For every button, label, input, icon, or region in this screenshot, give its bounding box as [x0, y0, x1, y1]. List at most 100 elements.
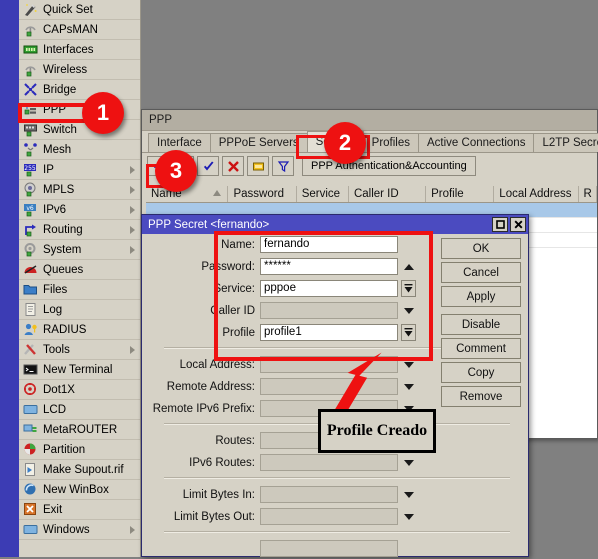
menu-item-label: System [43, 243, 82, 256]
menu-item-ipv6[interactable]: v6 IPv6 [19, 200, 140, 220]
menu-item-label: LCD [43, 403, 67, 416]
callout-profile-creado: Profile Creado [318, 409, 436, 453]
comment-button[interactable]: Comment [441, 338, 521, 359]
ok-button[interactable]: OK [441, 238, 521, 259]
enable-secret-button[interactable] [197, 156, 219, 176]
disable-button[interactable]: Disable [441, 314, 521, 335]
column-header-local-address[interactable]: Local Address [494, 186, 579, 202]
menu-item-label: Partition [43, 443, 86, 456]
screen: RouterOS WinBox Quick Set CAPsMAN Interfac… [0, 0, 598, 557]
menu-item-make-supout-rif[interactable]: Make Supout.rif [19, 460, 140, 480]
menu-item-exit[interactable]: Exit [19, 500, 140, 520]
menu-item-radius[interactable]: RADIUS [19, 320, 140, 340]
field-row-limit-bytes-out: Limit Bytes Out: [142, 506, 528, 527]
step-badge-3: 3 [155, 150, 197, 192]
field-row-ipv6-routes: IPv6 Routes: [142, 452, 528, 473]
step-badge-1: 1 [82, 92, 124, 134]
column-header-profile[interactable]: Profile [426, 186, 495, 202]
network-card-icon [23, 42, 38, 57]
remove-button[interactable]: Remove [441, 386, 521, 407]
column-header-label: R [583, 188, 592, 200]
chevron-down-icon-limit-bytes-in[interactable] [401, 486, 416, 503]
menu-item-quick-set[interactable]: Quick Set [19, 0, 140, 20]
column-header-r[interactable]: R [579, 186, 597, 202]
menu-item-bridge[interactable]: Bridge [19, 80, 140, 100]
menu-item-label: Exit [43, 503, 63, 516]
winbox-vertical-label-wrap: RouterOS WinBox [0, 297, 19, 557]
chevron-down-icon-ipv6-routes[interactable] [401, 454, 416, 471]
tab-profiles[interactable]: Profiles [362, 133, 420, 152]
tab-pppoe-servers[interactable]: PPPoE Servers [209, 133, 308, 152]
column-header-caller-id[interactable]: Caller ID [349, 186, 427, 202]
menu-item-label: Quick Set [43, 3, 93, 16]
field-group-divider [164, 477, 510, 479]
apply-button[interactable]: Apply [441, 286, 521, 307]
column-header-service[interactable]: Service [297, 186, 349, 202]
callout-text: Profile Creado [326, 422, 428, 439]
winbox-vertical-label: RouterOS WinBox [0, 440, 2, 557]
ppp-auth-accounting-button[interactable]: PPP Authentication&Accounting [302, 156, 476, 176]
menu-item-files[interactable]: Files [19, 280, 140, 300]
field-input-ipv6-routes[interactable] [260, 454, 398, 471]
menu-item-label: CAPsMAN [43, 23, 98, 36]
menu-item-mesh[interactable]: Mesh [19, 140, 140, 160]
tab-interface[interactable]: Interface [148, 133, 211, 152]
comment-button[interactable] [247, 156, 269, 176]
menu-item-label: New Terminal [43, 363, 113, 376]
menu-item-windows[interactable]: Windows [19, 520, 140, 540]
menu-item-new-winbox[interactable]: New WinBox [19, 480, 140, 500]
menu-item-system[interactable]: System [19, 240, 140, 260]
menu-item-switch[interactable]: Switch [19, 120, 140, 140]
partition-icon [23, 442, 38, 457]
step-badge-2: 2 [324, 122, 366, 164]
menu-item-log[interactable]: Log [19, 300, 140, 320]
menu-item-metarouter[interactable]: MetaROUTER [19, 420, 140, 440]
field-input-field[interactable] [260, 540, 398, 557]
menu-item-wireless[interactable]: Wireless [19, 60, 140, 80]
copy-button[interactable]: Copy [441, 362, 521, 383]
menu-item-new-terminal[interactable]: New Terminal [19, 360, 140, 380]
filter-button[interactable] [272, 156, 294, 176]
windows-icon [23, 522, 38, 537]
field-input-limit-bytes-in[interactable] [260, 486, 398, 503]
menu-item-routing[interactable]: Routing [19, 220, 140, 240]
ppp-window-title: PPP [149, 114, 173, 126]
secrets-table-header: Name Password Service Caller ID Profile Local… [146, 186, 597, 203]
ppp-window-titlebar: PPP [142, 110, 597, 131]
ppp-secret-button-column: OK Cancel Apply Disable Comment Copy Remove [441, 238, 521, 410]
disable-secret-button[interactable] [222, 156, 244, 176]
menu-item-dot1x[interactable]: Dot1X [19, 380, 140, 400]
menu-item-queues[interactable]: Queues [19, 260, 140, 280]
menu-item-label: Mesh [43, 143, 72, 156]
menu-item-ip[interactable]: 255 IP [19, 160, 140, 180]
chevron-right-icon [130, 345, 135, 354]
menu-item-label: Switch [43, 123, 77, 136]
main-menu: Quick Set CAPsMAN Interfaces Wireless Bridge… [19, 0, 141, 557]
column-header-label: Local Address [499, 188, 572, 200]
menu-item-capsman[interactable]: CAPsMAN [19, 20, 140, 40]
chevron-right-icon [130, 245, 135, 254]
menu-item-tools[interactable]: Tools [19, 340, 140, 360]
menu-item-mpls[interactable]: MPLS [19, 180, 140, 200]
menu-item-label: IPv6 [43, 203, 67, 216]
menu-item-label: Routing [43, 223, 83, 236]
column-header-password[interactable]: Password [228, 186, 297, 202]
menu-item-partition[interactable]: Partition [19, 440, 140, 460]
chevron-right-icon [130, 205, 135, 214]
field-row-field [142, 538, 528, 559]
tab-active-connections[interactable]: Active Connections [418, 133, 535, 152]
antenna-icon [23, 62, 38, 77]
menu-item-label: Queues [43, 263, 84, 276]
tab-l2tp-secrets[interactable]: L2TP Secrets [533, 133, 598, 152]
close-icon[interactable] [510, 217, 526, 232]
menu-item-label: MPLS [43, 183, 75, 196]
cancel-button[interactable]: Cancel [441, 262, 521, 283]
field-input-limit-bytes-out[interactable] [260, 508, 398, 525]
menu-item-label: Bridge [43, 83, 77, 96]
menu-item-interfaces[interactable]: Interfaces [19, 40, 140, 60]
chevron-down-icon-limit-bytes-out[interactable] [401, 508, 416, 525]
lcd-icon [23, 402, 38, 417]
ip-icon: 255 [23, 162, 38, 177]
menu-item-lcd[interactable]: LCD [19, 400, 140, 420]
maximize-icon[interactable] [492, 217, 508, 232]
